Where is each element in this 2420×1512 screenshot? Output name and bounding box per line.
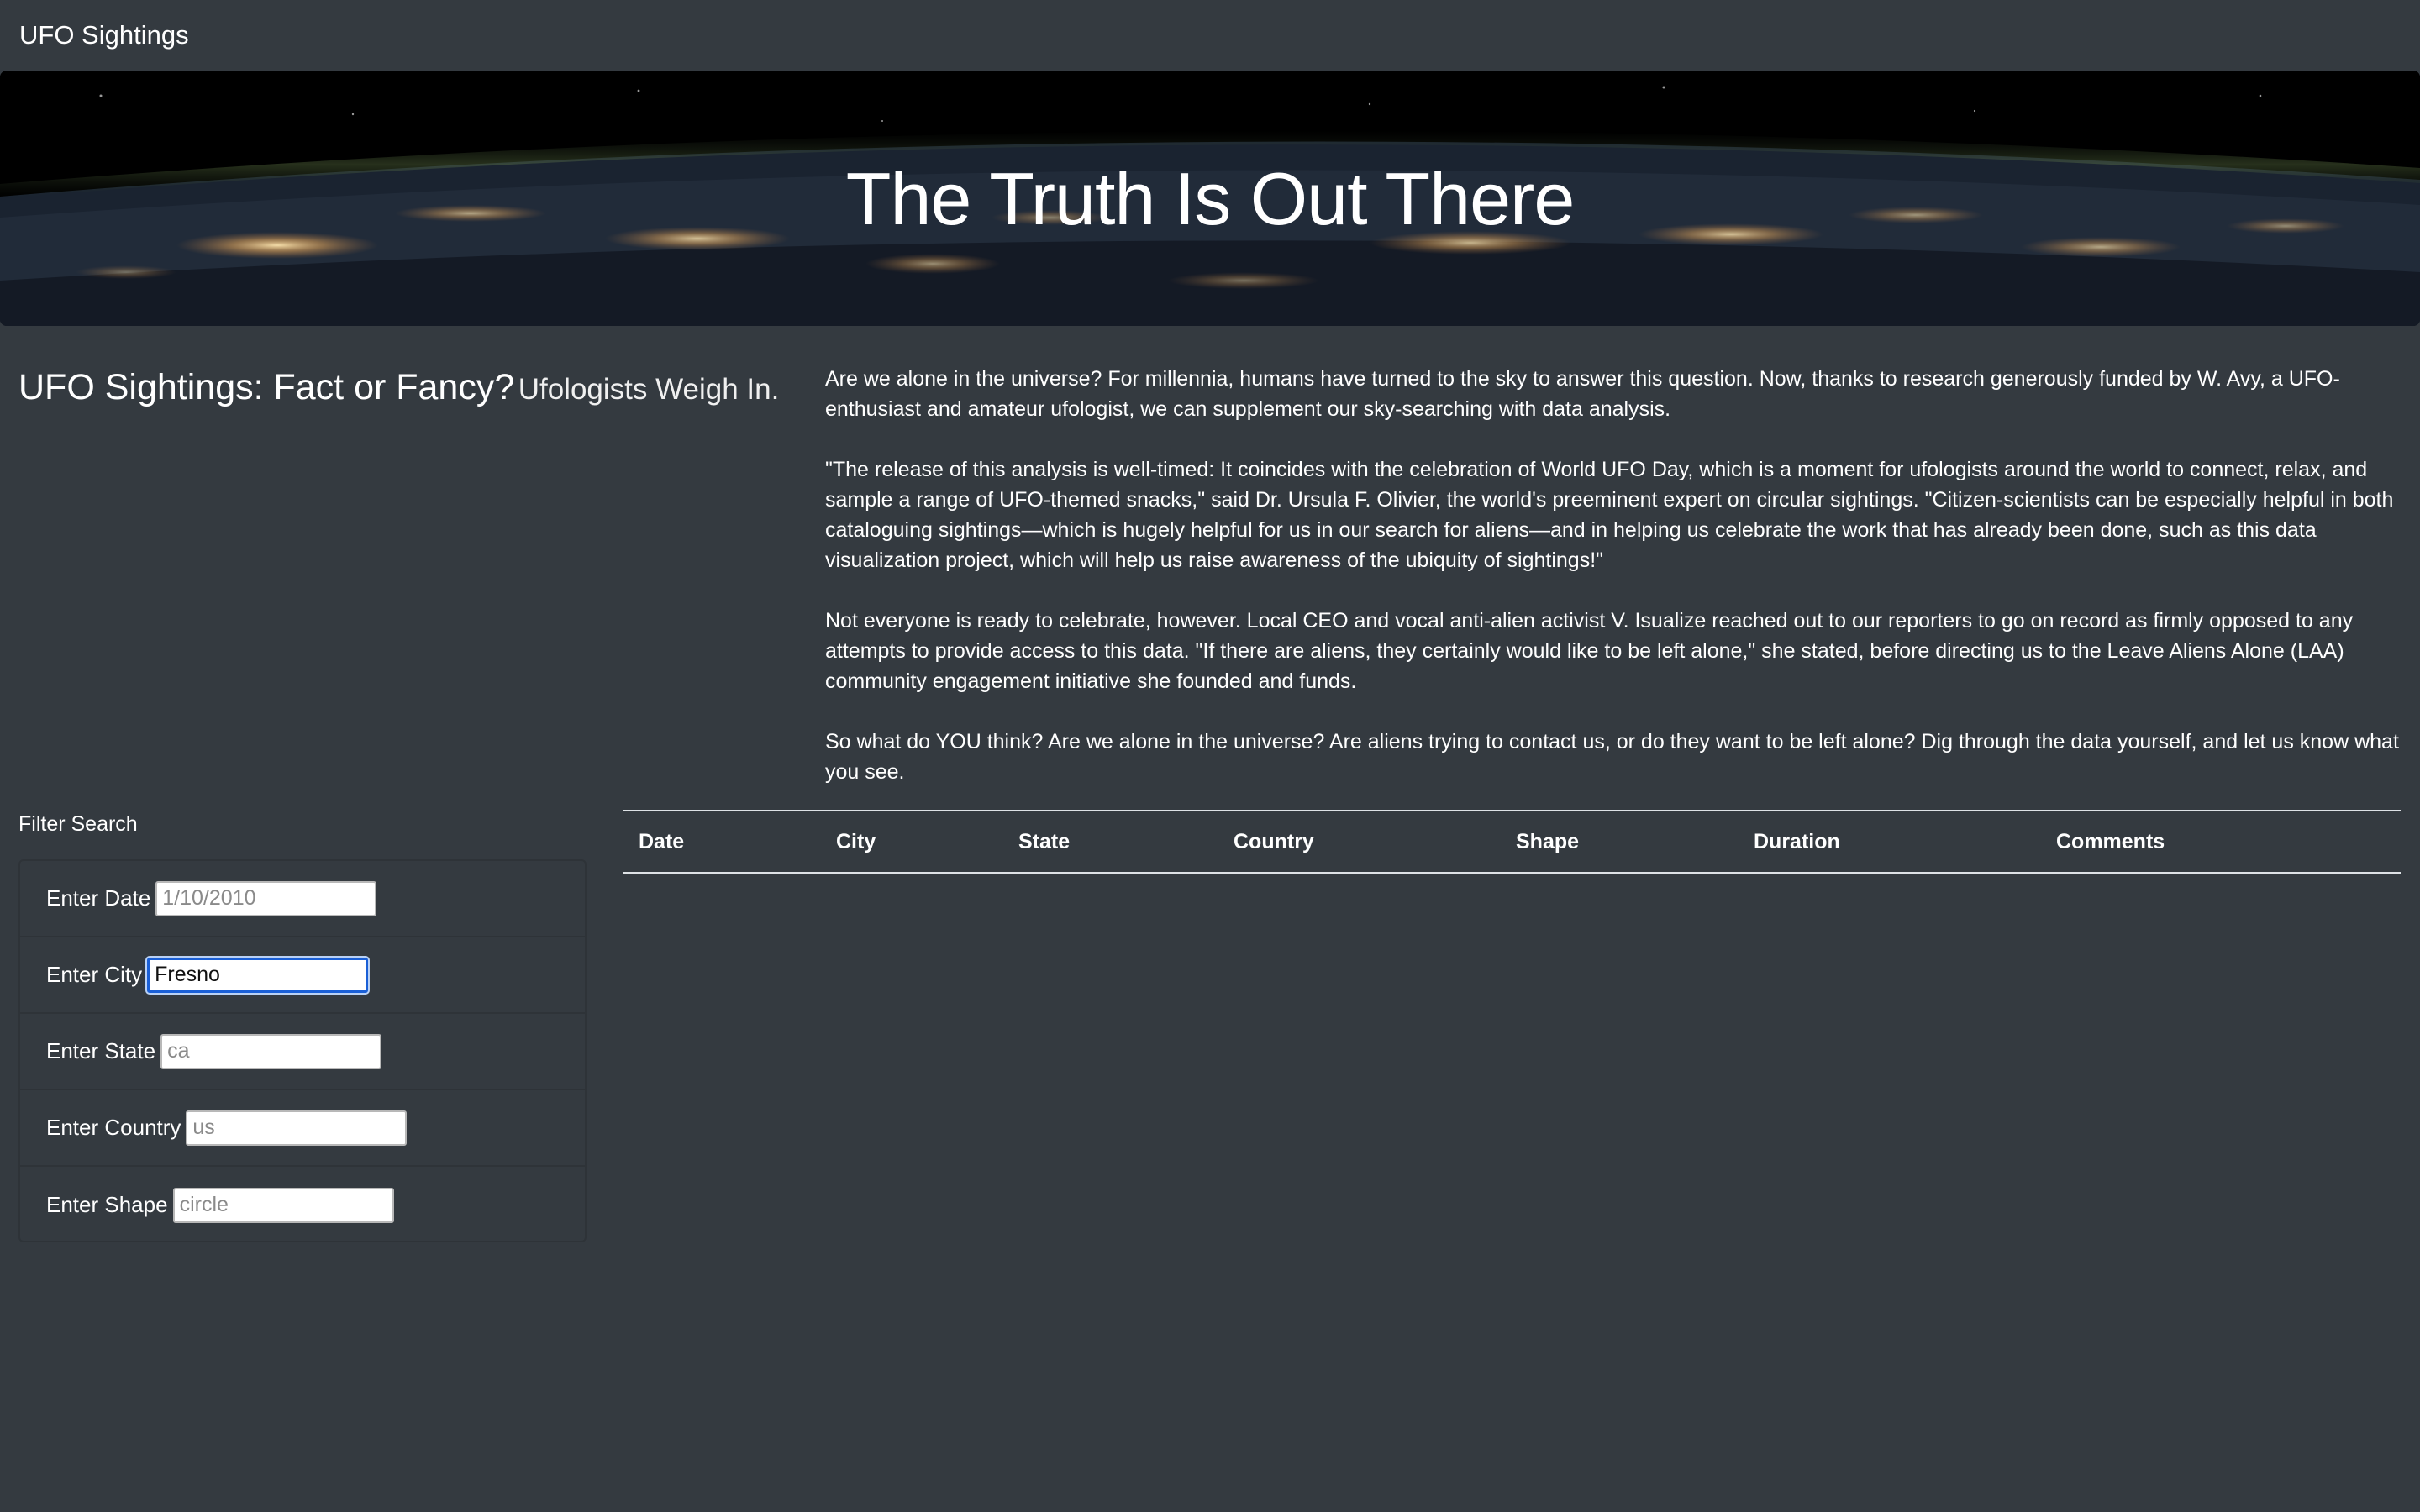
filter-item-shape: Enter Shape <box>20 1167 585 1243</box>
navbar-brand[interactable]: UFO Sightings <box>19 18 189 52</box>
column-header-state: State <box>1003 810 1218 874</box>
ufo-table: Date City State Country Shape Duration C… <box>623 810 2401 874</box>
column-header-duration: Duration <box>1739 810 2041 874</box>
table-header-row: Date City State Country Shape Duration C… <box>623 810 2401 874</box>
filter-item-state: Enter State <box>20 1014 585 1090</box>
subheading-muted: Ufologists Weigh In. <box>518 373 780 406</box>
column-header-country: Country <box>1218 810 1501 874</box>
filter-search-title: Filter Search <box>18 812 138 836</box>
column-header-date: Date <box>623 810 821 874</box>
date-label: Enter Date <box>46 885 151 911</box>
article-paragraph: Are we alone in the universe? For millen… <box>825 367 2340 421</box>
city-label: Enter City <box>46 962 143 987</box>
state-input[interactable] <box>160 1033 382 1069</box>
country-label: Enter Country <box>46 1115 182 1140</box>
column-header-comments: Comments <box>2041 810 2401 874</box>
article-text: Are we alone in the universe? For millen… <box>825 364 2401 817</box>
article-paragraph: "The release of this analysis is well-ti… <box>825 458 2394 572</box>
filter-list: Enter Date Enter City Enter State Enter … <box>18 859 587 1242</box>
hero-banner: The Truth Is Out There <box>0 71 2420 326</box>
column-header-shape: Shape <box>1501 810 1739 874</box>
hero-title: The Truth Is Out There <box>845 157 1576 240</box>
shape-input[interactable] <box>172 1187 394 1223</box>
page-subheading: UFO Sightings: Fact or Fancy? Ufologists… <box>18 363 792 420</box>
date-input[interactable] <box>155 880 377 916</box>
shape-label: Enter Shape <box>46 1192 168 1217</box>
subheading-main: UFO Sightings: Fact or Fancy? <box>18 367 515 407</box>
article-paragraph: So what do YOU think? Are we alone in th… <box>825 730 2399 784</box>
city-input[interactable] <box>147 957 369 993</box>
table-header: Date City State Country Shape Duration C… <box>623 810 2401 874</box>
column-header-city: City <box>821 810 1003 874</box>
country-input[interactable] <box>186 1110 408 1146</box>
article-paragraph: Not everyone is ready to celebrate, howe… <box>825 609 2354 693</box>
navbar: UFO Sightings <box>0 0 2420 71</box>
filter-item-country: Enter Country <box>20 1090 585 1167</box>
filter-item-city: Enter City <box>20 937 585 1014</box>
state-label: Enter State <box>46 1038 156 1063</box>
filter-item-date: Enter Date <box>20 861 585 937</box>
